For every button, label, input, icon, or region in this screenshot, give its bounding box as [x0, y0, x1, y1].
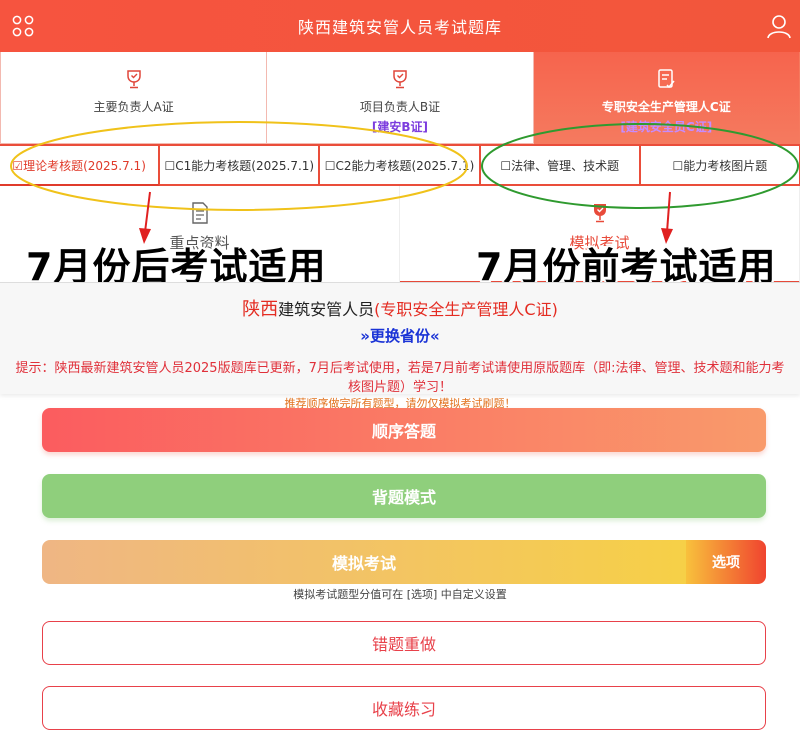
sequential-answer-button[interactable]: 顺序答题 — [42, 408, 766, 452]
certificate-tabs: 主要负责人A证 项目负责人B证 [建安B证] 专职安全生产管理人C证 [建筑安全… — [0, 52, 800, 144]
bank-tab-c2[interactable]: ☐C2能力考核题(2025.7.1) — [320, 146, 481, 186]
grid-menu-icon[interactable] — [12, 15, 34, 37]
trophy-icon — [393, 70, 407, 89]
mock-exam-button[interactable]: 模拟考试 — [42, 540, 686, 584]
recite-mode-button[interactable]: 背题模式 — [42, 474, 766, 518]
cert-tab-c[interactable]: 专职安全生产管理人C证 [建筑安全员C证] — [533, 52, 800, 144]
bank-tab-theory[interactable]: ☑理论考核题(2025.7.1) — [0, 146, 161, 186]
cert-type: (专职安全生产管理人C证) — [374, 300, 558, 319]
mock-exam-note: 模拟考试题型分值可在 [选项] 中自定义设置 — [293, 588, 507, 601]
cert-label: 主要负责人A证 — [93, 100, 174, 114]
province-name: 陕西 — [242, 299, 279, 320]
cert-tab-b[interactable]: 项目负责人B证 [建安B证] — [267, 52, 534, 144]
bank-tab-picture[interactable]: ☐能力考核图片题 — [640, 146, 800, 186]
tip-text: 提示：陕西最新建筑安管人员2025版题库已更新，7月后考试使用，若是7月前考试请… — [15, 361, 785, 395]
trophy-icon — [593, 204, 606, 223]
trophy-icon — [126, 70, 141, 89]
user-icon[interactable] — [766, 13, 792, 39]
options-button[interactable]: 选项 — [686, 540, 766, 584]
edit-doc-icon — [658, 69, 675, 89]
question-bank-tabs: ☑理论考核题(2025.7.1) ☐C1能力考核题(2025.7.1) ☐C2能… — [0, 144, 800, 186]
province-line: 陕西建筑安管人员(专职安全生产管理人C证) — [0, 295, 800, 321]
bank-tab-law[interactable]: ☐法律、管理、技术题 — [480, 146, 641, 186]
cert-label: 项目负责人B证 — [359, 100, 441, 114]
bank-tab-c1[interactable]: ☐C1能力考核题(2025.7.1) — [160, 146, 321, 186]
cert-sub-label: [建安B证] — [371, 120, 429, 134]
cert-label: 专职安全生产管理人C证 — [601, 100, 731, 114]
cert-tab-a[interactable]: 主要负责人A证 — [0, 52, 268, 144]
app-header: 陕西建筑安管人员考试题库 — [0, 0, 800, 52]
favorites-practice-button[interactable]: 收藏练习 — [42, 686, 766, 730]
staff-type: 建筑安管人员 — [278, 300, 375, 319]
document-icon — [191, 202, 208, 224]
cert-sub-label: [建筑安全员C证] — [620, 120, 713, 134]
info-panel: 陕西建筑安管人员(专职安全生产管理人C证) »更换省份« 提示：陕西最新建筑安管… — [0, 282, 800, 395]
change-province-link[interactable]: »更换省份« — [0, 325, 800, 346]
page-title: 陕西建筑安管人员考试题库 — [297, 18, 502, 37]
wrong-questions-button[interactable]: 错题重做 — [42, 621, 766, 665]
